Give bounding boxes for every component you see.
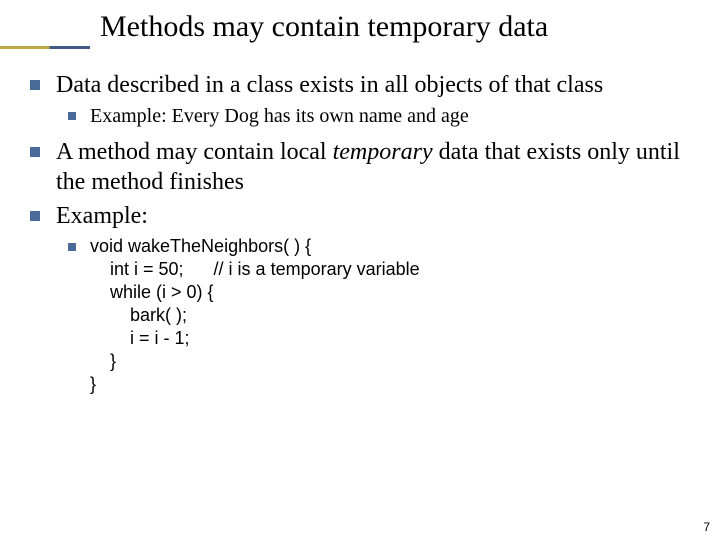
bullet-item: Example: — [30, 201, 700, 231]
bullet-icon — [68, 112, 76, 120]
code-line: } — [90, 351, 116, 371]
bullet-item: Example: Every Dog has its own name and … — [68, 104, 700, 129]
code-line: while (i > 0) { — [90, 282, 214, 302]
text-run: A method may contain local — [56, 139, 333, 165]
accent-bar — [0, 46, 90, 49]
slide-title: Methods may contain temporary data — [100, 10, 710, 44]
bullet-text: Data described in a class exists in all … — [56, 70, 603, 100]
bullet-icon — [30, 147, 40, 157]
code-line: } — [90, 374, 96, 394]
code-line: int i = 50; // i is a temporary variable — [90, 259, 420, 279]
page-number: 7 — [703, 520, 710, 534]
bullet-icon — [30, 211, 40, 221]
code-line: void wakeTheNeighbors( ) { — [90, 236, 311, 256]
bullet-text: A method may contain local temporary dat… — [56, 137, 700, 197]
code-line: bark( ); — [90, 305, 187, 325]
sub-bullet-group: Example: Every Dog has its own name and … — [68, 104, 700, 129]
text-emphasis: temporary — [333, 139, 433, 165]
bullet-item: A method may contain local temporary dat… — [30, 137, 700, 197]
bullet-item: Data described in a class exists in all … — [30, 70, 700, 100]
slide-content: Data described in a class exists in all … — [30, 70, 700, 404]
bullet-text: Example: — [56, 201, 148, 231]
bullet-text: Example: Every Dog has its own name and … — [90, 104, 469, 129]
bullet-item: void wakeTheNeighbors( ) { int i = 50; /… — [68, 235, 700, 396]
code-line: i = i - 1; — [90, 328, 190, 348]
bullet-icon — [30, 80, 40, 90]
sub-bullet-group: void wakeTheNeighbors( ) { int i = 50; /… — [68, 235, 700, 396]
code-example: void wakeTheNeighbors( ) { int i = 50; /… — [90, 235, 420, 396]
bullet-icon — [68, 243, 76, 251]
